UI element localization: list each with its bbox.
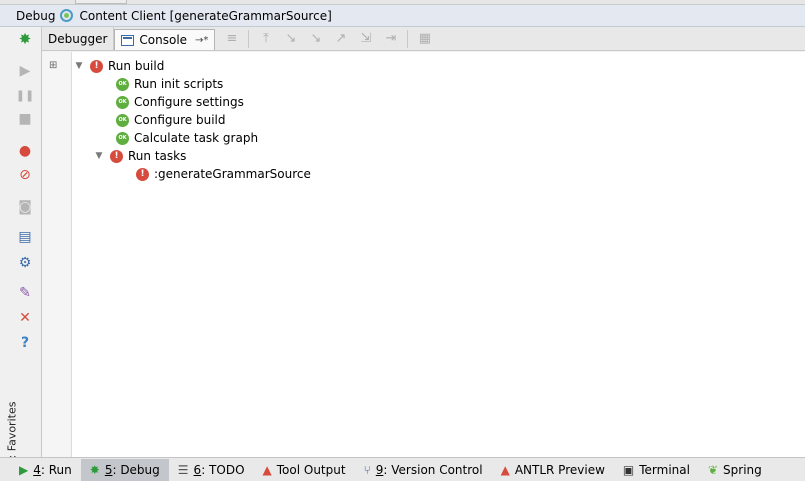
tool-window-antlr-preview[interactable]: ▲ ANTLR Preview xyxy=(492,459,614,481)
tool-colon: : xyxy=(383,462,392,477)
tool-colon: : xyxy=(40,462,49,477)
tree-node-label: Configure settings xyxy=(134,95,244,109)
help-icon[interactable]: ? xyxy=(15,333,35,353)
view-breakpoints-icon[interactable]: ● xyxy=(15,141,35,161)
tree-node-run-tasks[interactable]: ▼ ! Run tasks xyxy=(94,147,187,165)
pause-icon[interactable]: ❚❚ xyxy=(15,85,35,105)
terminal-icon: ▣ xyxy=(622,462,635,477)
debug-bug-icon[interactable]: ✸ xyxy=(15,29,35,49)
console-gutter: ⊞ xyxy=(42,52,72,457)
tool-window-bar: ▶ 4: Run ✸ 5: Debug ☰ 6: TODO ▲ Tool Out… xyxy=(0,457,805,481)
mute-breakpoints-icon[interactable]: ⊘ xyxy=(15,165,35,185)
antlr-icon: ▲ xyxy=(500,462,510,477)
favorites-label[interactable]: 2: Favorites xyxy=(5,402,18,466)
expand-arrow-icon[interactable]: ▼ xyxy=(94,151,104,161)
todo-icon: ☰ xyxy=(177,462,189,477)
pin-icon[interactable]: ✎ xyxy=(15,283,35,303)
debug-stepping-toolbar: ≡ ⤒ ↘ ↘ ↗ ⇲ ⇥ ▦ xyxy=(215,27,437,50)
tab-debugger-label: Debugger xyxy=(48,31,108,46)
step-over-icon[interactable]: ⤒ xyxy=(253,29,278,49)
tree-node-label: Run tasks xyxy=(128,149,187,163)
tool-label: Spring xyxy=(723,462,762,477)
show-execution-point-icon[interactable]: ≡ xyxy=(219,29,244,49)
tool-window-debug[interactable]: ✸ 5: Debug xyxy=(80,458,169,481)
restore-layout-icon[interactable]: ▤ xyxy=(15,227,35,247)
error-icon: ! xyxy=(110,149,123,163)
tree-node-generate-grammar-source[interactable]: ! :generateGrammarSource xyxy=(136,165,311,183)
tool-key: 4 xyxy=(33,462,41,477)
tool-key: 5 xyxy=(104,462,113,477)
ok-icon: OK xyxy=(116,95,129,109)
toolbar-separator xyxy=(248,29,250,48)
step-out-icon[interactable]: ↗ xyxy=(328,29,353,49)
tab-debugger[interactable]: Debugger xyxy=(42,27,115,50)
tool-window-todo[interactable]: ☰ 6: TODO xyxy=(169,459,254,481)
evaluate-expression-icon[interactable]: ▦ xyxy=(412,29,437,49)
console-icon xyxy=(121,34,135,46)
tool-label: Terminal xyxy=(639,462,690,477)
camera-icon[interactable]: ◙ xyxy=(15,197,35,217)
tool-label: Version Control xyxy=(391,462,483,477)
tree-node-label: Run build xyxy=(108,59,165,73)
tool-window-version-control[interactable]: ⑂ 9: Version Control xyxy=(355,459,492,481)
tool-label: TODO xyxy=(209,462,245,477)
tool-window-spring[interactable]: ❦ Spring xyxy=(699,459,771,481)
run-to-cursor-icon[interactable]: ⇥ xyxy=(378,29,403,49)
toggle-tree-view-icon[interactable]: ⊞ xyxy=(49,60,57,71)
debug-icon: ✸ xyxy=(89,462,100,477)
settings-gear-icon[interactable]: ⚙ xyxy=(15,253,35,273)
tree-node-configure-build[interactable]: OK Configure build xyxy=(116,111,225,129)
tool-window-terminal[interactable]: ▣ Terminal xyxy=(614,459,699,481)
tool-label: ANTLR Preview xyxy=(514,462,605,477)
tree-node-label: Configure build xyxy=(134,113,226,127)
tool-label: Run xyxy=(48,462,72,477)
tree-node-label: :generateGrammarSource xyxy=(154,167,311,181)
tool-window-run[interactable]: ▶ 4: Run xyxy=(10,459,81,481)
tool-key: 6 xyxy=(193,462,202,477)
force-step-into-icon[interactable]: ↘ xyxy=(303,29,328,49)
resume-icon[interactable]: ▶ xyxy=(15,61,35,81)
debug-title-bar: Debug Content Client [generateGrammarSou… xyxy=(0,5,805,27)
expand-arrow-icon[interactable]: ▼ xyxy=(74,61,84,71)
tool-window-title: Debug xyxy=(16,8,56,23)
step-into-icon[interactable]: ↘ xyxy=(278,29,303,49)
tab-console[interactable]: Console →* xyxy=(114,29,216,50)
debug-left-toolbar: ✸ ▶ ❚❚ ■ ● ⊘ ◙ ▤ ⚙ ✎ ✕ ? 2: Favorites ★ xyxy=(0,27,42,473)
tree-node-run-init-scripts[interactable]: OK Run init scripts xyxy=(116,75,223,93)
ok-icon: OK xyxy=(116,77,129,91)
drop-frame-icon[interactable]: ⇲ xyxy=(353,29,378,49)
console-content: ⊞ ▼ ! Run build OK Run init scripts OK C… xyxy=(42,52,805,457)
stop-icon[interactable]: ■ xyxy=(15,109,35,129)
tree-node-label: Run init scripts xyxy=(134,77,224,91)
editor-tab-fragment[interactable] xyxy=(75,0,127,4)
ok-icon: OK xyxy=(116,113,129,127)
tab-console-label: Console xyxy=(139,33,188,47)
antlr-icon: ▲ xyxy=(262,462,272,477)
run-configuration-icon xyxy=(60,9,74,22)
tool-window-tool-output[interactable]: ▲ Tool Output xyxy=(254,459,355,481)
run-configuration-name[interactable]: Content Client [generateGrammarSource] xyxy=(79,9,331,23)
debug-tabbar: Debugger Console →* ≡ ⤒ ↘ ↘ ↗ ⇲ ⇥ ▦ xyxy=(42,27,805,51)
run-icon: ▶ xyxy=(19,462,29,477)
toolbar-separator xyxy=(407,29,409,48)
spring-icon: ❦ xyxy=(707,462,719,477)
tree-node-run-build[interactable]: ▼ ! Run build xyxy=(74,57,165,75)
vcs-icon: ⑂ xyxy=(363,462,371,477)
pin-tab-icon[interactable]: →* xyxy=(195,35,208,46)
tool-key: 9 xyxy=(375,462,384,477)
ok-icon: OK xyxy=(116,131,129,145)
error-icon: ! xyxy=(90,59,103,73)
error-icon: ! xyxy=(136,167,149,181)
close-icon[interactable]: ✕ xyxy=(15,308,35,328)
tool-colon: : xyxy=(112,462,121,477)
tree-node-label: Calculate task graph xyxy=(134,131,259,145)
tool-colon: : xyxy=(201,462,210,477)
tree-node-configure-settings[interactable]: OK Configure settings xyxy=(116,93,244,111)
tool-label: Debug xyxy=(120,462,160,477)
tree-node-calculate-task-graph[interactable]: OK Calculate task graph xyxy=(116,129,258,147)
tool-label: Tool Output xyxy=(276,462,346,477)
